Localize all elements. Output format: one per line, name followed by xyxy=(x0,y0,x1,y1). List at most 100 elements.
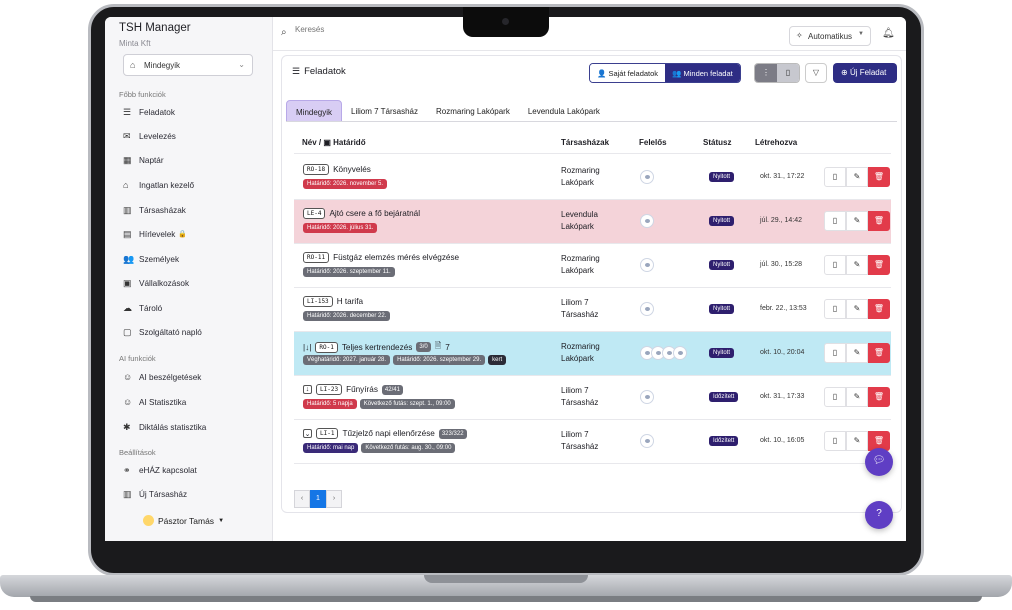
laptop-base xyxy=(0,575,1012,597)
edit-button[interactable]: ✎ xyxy=(846,431,868,451)
delete-button[interactable]: 🗑︎ xyxy=(868,167,890,187)
task-title-line: LE-4 Ajtó csere a fő bejáratnál xyxy=(303,208,424,219)
task-house: Liliom 7 Társasház xyxy=(561,429,631,453)
delete-button[interactable]: 🗑︎ xyxy=(868,211,890,231)
caret-down-icon: ▼ xyxy=(858,31,864,37)
column-header-assignee[interactable]: Felelős xyxy=(639,138,667,147)
theme-select[interactable]: ✧ Automatikus ▼ xyxy=(789,26,871,46)
house-line: Lakópark xyxy=(561,222,594,231)
all-tasks-button[interactable]: 👥 Minden feladat xyxy=(665,64,740,82)
recurring-icon: ⌄ xyxy=(303,429,312,438)
sidebar-item-label: Vállalkozások xyxy=(139,278,190,288)
delete-button[interactable]: 🗑︎ xyxy=(868,343,890,363)
link-icon: ⚭ xyxy=(123,464,131,475)
help-button[interactable]: ? xyxy=(865,501,893,529)
view-button[interactable]: ▯ xyxy=(824,431,846,451)
row-actions: ▯ ✎ 🗑︎ xyxy=(824,167,890,187)
chat-button[interactable]: 💬︎ xyxy=(865,448,893,476)
sidebar-item-ingatlan[interactable]: ⌂ Ingatlan kezelő xyxy=(123,178,194,192)
tab-liliom[interactable]: Liliom 7 Társasház xyxy=(342,100,427,122)
own-tasks-button[interactable]: 👤 Saját feladatok xyxy=(590,64,666,82)
column-header-name[interactable]: Név / ▣ Határidő xyxy=(302,138,366,147)
table-row[interactable]: LI-153 H tarifa Határidő: 2026. december … xyxy=(294,288,891,331)
house-line: Liliom 7 xyxy=(561,430,589,439)
edit-button[interactable]: ✎ xyxy=(846,387,868,407)
tab-levendula[interactable]: Levendula Lakópark xyxy=(519,100,609,122)
bell-icon[interactable]: 🔔︎ xyxy=(882,28,895,39)
sidebar-item-hirlevelek[interactable]: ▤ Hírlevelek 🔒 xyxy=(123,227,187,241)
question-icon: ? xyxy=(876,508,882,519)
run-count: 323/322 xyxy=(438,428,467,439)
table-row[interactable]: LE-4 Ajtó csere a fő bejáratnál Határidő:… xyxy=(294,200,891,243)
sidebar-item-label: Szolgáltató napló xyxy=(139,327,202,337)
page-button[interactable]: 1 xyxy=(310,490,326,508)
new-task-button[interactable]: ⊕ Új Feladat xyxy=(833,63,897,83)
sidebar-item-levelezes[interactable]: ✉ Levelezés xyxy=(123,129,176,143)
task-house: Levendula Lakópark xyxy=(561,209,631,233)
sidebar-item-tarsashazak[interactable]: ▥ Társasházak xyxy=(123,203,186,217)
view-button[interactable]: ▯ xyxy=(824,299,846,319)
task-code: LI-153 xyxy=(303,296,333,307)
view-button[interactable]: ▯ xyxy=(824,387,846,407)
tab-mindegyik[interactable]: Mindegyik xyxy=(286,100,343,122)
table-row[interactable]: ⌄ LI-1 Tűzjelző napi ellenőrzése 323/322 Ha… xyxy=(294,420,891,463)
sidebar-item-ai-beszelgetesek[interactable]: ☺ AI beszélgetések xyxy=(123,370,201,384)
edit-button[interactable]: ✎ xyxy=(846,167,868,187)
table-row[interactable]: |↓| RO-1 Teljes kertrendezés 3/0 🗎 7 Véghatár… xyxy=(294,332,891,375)
app-title: TSH Manager xyxy=(119,22,191,34)
task-title: Fűnyírás xyxy=(346,385,378,394)
table-row[interactable]: RO-11 Füstgáz elemzés mérés elvégzése Hat… xyxy=(294,244,891,287)
column-header-house[interactable]: Társasházak xyxy=(561,138,609,147)
sidebar-item-ehaz-kapcsolat[interactable]: ⚭ eHÁZ kapcsolat xyxy=(123,463,197,477)
view-button[interactable]: ▯ xyxy=(824,343,846,363)
property-filter-select[interactable]: ⌂ Mindegyik ⌄ xyxy=(123,54,253,76)
filter-button[interactable]: ▽ xyxy=(805,63,827,83)
sidebar-item-ai-statisztika[interactable]: ☺ AI Statisztika xyxy=(123,395,186,409)
sidebar-item-label: Diktálás statisztika xyxy=(139,422,207,432)
created-date: okt. 10., 16:05 xyxy=(760,437,805,444)
calendar-icon: ▦ xyxy=(123,154,132,165)
sidebar-item-szolgaltato-naplo[interactable]: ▢ Szolgáltató napló xyxy=(123,325,202,339)
next-page-button[interactable]: › xyxy=(326,490,342,508)
task-code: LI-23 xyxy=(316,384,343,395)
edit-button[interactable]: ✎ xyxy=(846,299,868,319)
delete-button[interactable]: 🗑︎ xyxy=(868,299,890,319)
task-title-line: RO-18 Könyvelés xyxy=(303,164,375,175)
prev-page-button[interactable]: ‹ xyxy=(294,490,310,508)
created-date: febr. 22., 13:53 xyxy=(760,305,807,312)
user-menu[interactable]: Pásztor Tamás ▼ xyxy=(143,515,224,526)
sidebar-item-vallalkozasok[interactable]: ▣ Vállalkozások xyxy=(123,276,189,290)
edit-button[interactable]: ✎ xyxy=(846,211,868,231)
sidebar-item-diktalas-statisztika[interactable]: ✱ Diktálás statisztika xyxy=(123,420,206,434)
task-title-line: LI-153 H tarifa xyxy=(303,296,367,307)
sidebar-item-uj-tarsashaz[interactable]: ▥ Új Társasház xyxy=(123,487,187,501)
building-add-icon: ▥ xyxy=(123,488,132,499)
delete-button[interactable]: 🗑︎ xyxy=(868,387,890,407)
edit-button[interactable]: ✎ xyxy=(846,343,868,363)
view-button[interactable]: ▯ xyxy=(824,167,846,187)
table-row[interactable]: RO-18 Könyvelés Határidő: 2026. november … xyxy=(294,156,891,199)
delete-button[interactable]: 🗑︎ xyxy=(868,255,890,275)
view-button[interactable]: ▯ xyxy=(824,255,846,275)
column-header-created[interactable]: Létrehozva xyxy=(755,138,797,147)
deadline-badge: Határidő: 5 napja xyxy=(303,399,357,409)
column-header-status[interactable]: Státusz xyxy=(703,138,731,147)
clipboard-icon: ▢ xyxy=(123,326,132,337)
board-view-button[interactable]: ▯ xyxy=(777,64,799,82)
sidebar-item-naptar[interactable]: ▦ Naptár xyxy=(123,153,164,167)
sidebar-item-tarolo[interactable]: ☁ Tároló xyxy=(123,301,162,315)
tab-rozmaring[interactable]: Rozmaring Lakópark xyxy=(427,100,519,122)
task-scope-toggle: 👤 Saját feladatok 👥 Minden feladat xyxy=(589,63,741,83)
sidebar-item-szemelyek[interactable]: 👥 Személyek xyxy=(123,252,179,266)
topbar: ⌕ ✧ Automatikus ▼ 🔔︎ xyxy=(273,17,906,51)
edit-button[interactable]: ✎ xyxy=(846,255,868,275)
sidebar-item-feladatok[interactable]: ☰ Feladatok xyxy=(123,105,175,119)
view-button[interactable]: ▯ xyxy=(824,211,846,231)
subtask-expand-icon[interactable]: |↓| xyxy=(303,343,311,352)
list-view-button[interactable]: ⋮ xyxy=(755,64,777,82)
table-row[interactable]: ↓ LI-23 Fűnyírás 42/41 Határidő: 5 napja Köv… xyxy=(294,376,891,419)
row-divider xyxy=(294,463,891,464)
company-name: Minta Kft xyxy=(119,39,151,48)
house-line: Lakópark xyxy=(561,266,594,275)
assignees xyxy=(640,258,654,272)
